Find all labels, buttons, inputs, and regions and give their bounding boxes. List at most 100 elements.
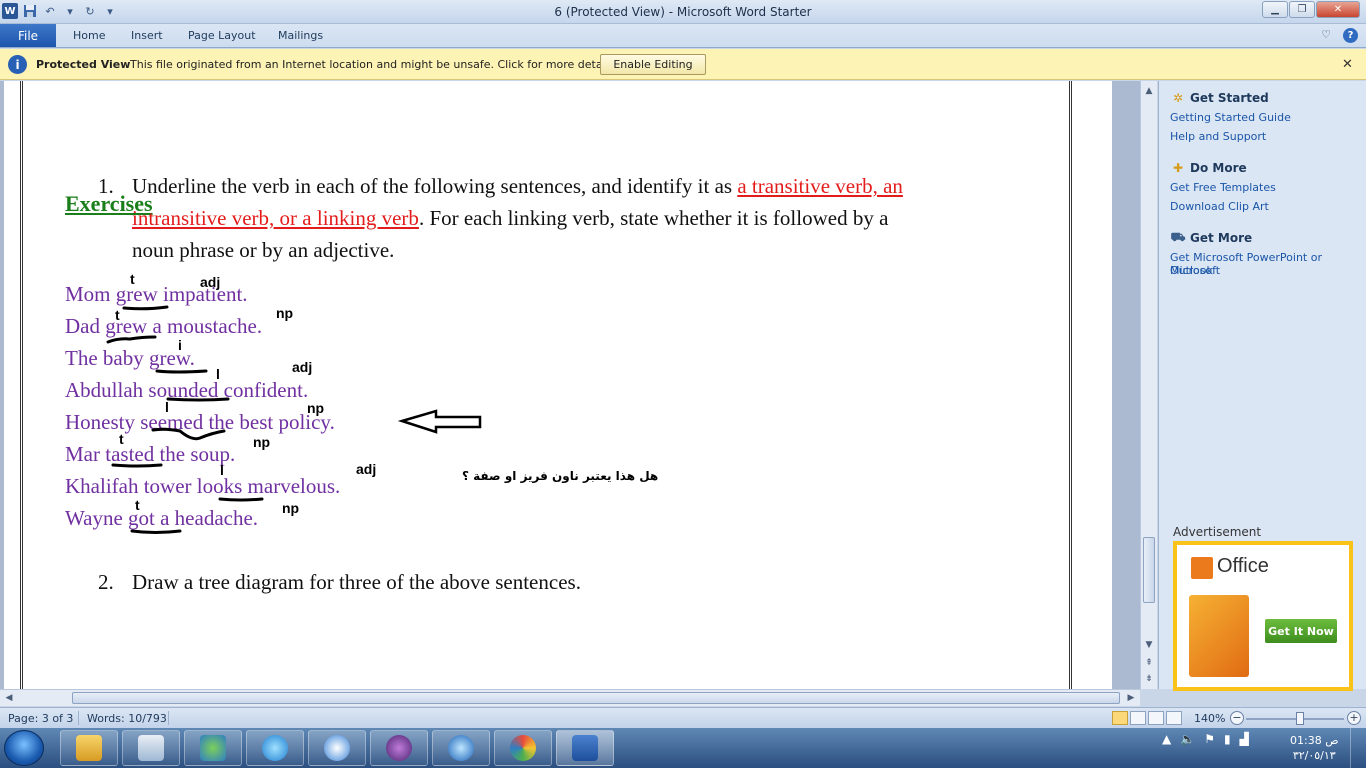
help-icon[interactable]: ? (1343, 28, 1358, 43)
web-layout-view-icon[interactable] (1148, 711, 1164, 725)
taskbar-app-7[interactable] (432, 730, 490, 766)
folder-icon (76, 735, 102, 761)
ad-brand: Office (1217, 555, 1269, 577)
q1-red-text-a: a transitive verb, an (737, 174, 903, 198)
q1-text-a: Underline the verb in each of the follow… (132, 174, 738, 198)
question-2-number: 2. (98, 570, 114, 594)
getting-started-guide-link[interactable]: Getting Started Guide (1170, 111, 1291, 124)
taskbar-paint[interactable] (494, 730, 552, 766)
annotation-label: t (130, 271, 135, 287)
zoom-slider-knob[interactable] (1296, 712, 1304, 725)
get-more-label: Get More (1190, 231, 1253, 245)
tab-file[interactable]: File (0, 24, 56, 47)
word-count[interactable]: Words: 10/793 (87, 712, 167, 725)
scroll-up-icon[interactable]: ▲ (1141, 83, 1157, 99)
tab-home[interactable]: Home (73, 29, 105, 42)
annotation-label: np (253, 434, 271, 450)
ribbon-tabs: File Home Insert Page Layout Mailings ♡ … (0, 24, 1366, 48)
volume-icon[interactable]: 🔈 (1180, 732, 1195, 746)
palette-icon (510, 735, 536, 761)
scroll-left-icon[interactable]: ◀ (2, 691, 16, 705)
previous-page-icon[interactable]: ⇞ (1141, 655, 1157, 671)
side-pane: ✲ Get Started Getting Started Guide Help … (1158, 81, 1366, 691)
get-it-now-button[interactable]: Get It Now (1265, 619, 1337, 643)
office-advertisement[interactable]: Office Get It Now (1173, 541, 1353, 691)
flag-icon[interactable]: ⚑ (1204, 732, 1215, 746)
clock[interactable]: 01:38 ص ٣٢/٠٥/١٣ (1290, 733, 1339, 763)
sentence-2: Dad grew a moustache. (65, 314, 263, 338)
sentence-6: Mar tasted the soup. (65, 442, 236, 466)
scroll-right-icon[interactable]: ▶ (1124, 691, 1138, 705)
taskbar-app-6[interactable] (370, 730, 428, 766)
clip-art-link[interactable]: Download Clip Art (1170, 200, 1269, 213)
status-divider (78, 711, 79, 725)
start-button[interactable] (4, 730, 44, 766)
q1-red-text-b: intransitive verb, or a linking verb (132, 206, 419, 230)
zoom-slider[interactable] (1246, 718, 1344, 720)
document-area[interactable]: Exercises 1. Underline the verb in each … (0, 81, 1140, 689)
network-icon[interactable]: ▟ (1240, 732, 1249, 746)
vertical-scrollbar[interactable]: ▲ ▼ ⇞ ⇟ (1140, 81, 1157, 689)
globe-icon (448, 735, 474, 761)
zoom-in-icon[interactable]: + (1347, 711, 1361, 725)
next-page-icon[interactable]: ⇟ (1141, 671, 1157, 687)
annotation-label: l (165, 399, 169, 415)
taskbar-app-5[interactable] (308, 730, 366, 766)
help-support-link[interactable]: Help and Support (1170, 130, 1266, 143)
get-started-heading: ✲ Get Started (1171, 91, 1269, 105)
protected-view-title: Protected View (36, 58, 131, 71)
close-button[interactable]: ✕ (1316, 1, 1360, 18)
battery-icon[interactable]: ▮ (1224, 732, 1231, 746)
cart-icon: ⛟ (1170, 230, 1186, 244)
horizontal-scrollbar[interactable]: ◀ ▶ (0, 689, 1140, 706)
q1-text-b: . For each linking verb, state whether i… (418, 206, 889, 230)
minimize-button[interactable]: ▁ (1262, 1, 1288, 18)
annotation-label: i (178, 337, 182, 353)
zoom-out-icon[interactable]: − (1230, 711, 1244, 725)
page-count[interactable]: Page: 3 of 3 (8, 712, 73, 725)
get-more-link-line-2[interactable]: Outlook (1170, 264, 1213, 277)
full-screen-view-icon[interactable] (1130, 711, 1146, 725)
draft-view-icon[interactable] (1166, 711, 1182, 725)
title-bar: W ↶ ▾ ↻ ▾ 6 (Protected View) - Microsoft… (0, 0, 1366, 24)
sentence-5: Honesty seemed the best policy. (65, 410, 335, 434)
annotation-label: l (216, 366, 220, 382)
hscroll-thumb[interactable] (72, 692, 1120, 704)
taskbar-app-3[interactable] (184, 730, 242, 766)
protected-view-message[interactable]: This file originated from an Internet lo… (130, 58, 618, 71)
annotation-label: l (220, 462, 224, 478)
annotation-label: adj (292, 359, 313, 375)
office-logo-icon (1191, 557, 1213, 579)
free-templates-link[interactable]: Get Free Templates (1170, 181, 1276, 194)
taskbar-ie[interactable] (246, 730, 304, 766)
show-hidden-icons-icon[interactable]: ▲ (1162, 732, 1171, 746)
do-more-label: Do More (1190, 161, 1247, 175)
media-icon (324, 735, 350, 761)
word-icon (572, 735, 598, 761)
taskbar-word[interactable] (556, 730, 614, 766)
spider-icon (386, 735, 412, 761)
clock-time: 01:38 ص (1290, 734, 1339, 747)
scroll-thumb[interactable] (1143, 537, 1155, 603)
zoom-level[interactable]: 140% (1194, 712, 1225, 725)
page-border-left (20, 81, 23, 689)
sentence-7: Khalifah tower looks marvelous. (65, 474, 341, 498)
print-layout-view-icon[interactable] (1112, 711, 1128, 725)
enable-editing-button[interactable]: Enable Editing (600, 54, 706, 75)
scroll-down-icon[interactable]: ▼ (1141, 637, 1157, 653)
tab-insert[interactable]: Insert (131, 29, 163, 42)
window-title: 6 (Protected View) - Microsoft Word Star… (554, 5, 812, 19)
question-1-line-2: intransitive verb, or a linking verb. Fo… (132, 206, 888, 231)
office-box-image (1189, 595, 1249, 677)
annotation-label: np (276, 305, 294, 321)
expand-ribbon-icon[interactable]: ♡ (1321, 28, 1331, 43)
show-desktop-button[interactable] (1350, 728, 1366, 768)
restore-button[interactable]: ❐ (1289, 1, 1315, 18)
tab-page-layout[interactable]: Page Layout (188, 29, 256, 42)
get-more-heading: ⛟ Get More (1170, 230, 1253, 245)
taskbar-explorer[interactable] (60, 730, 118, 766)
status-divider (168, 711, 169, 725)
close-icon[interactable]: ✕ (1342, 57, 1353, 72)
tab-mailings[interactable]: Mailings (278, 29, 323, 42)
taskbar-app-2[interactable] (122, 730, 180, 766)
